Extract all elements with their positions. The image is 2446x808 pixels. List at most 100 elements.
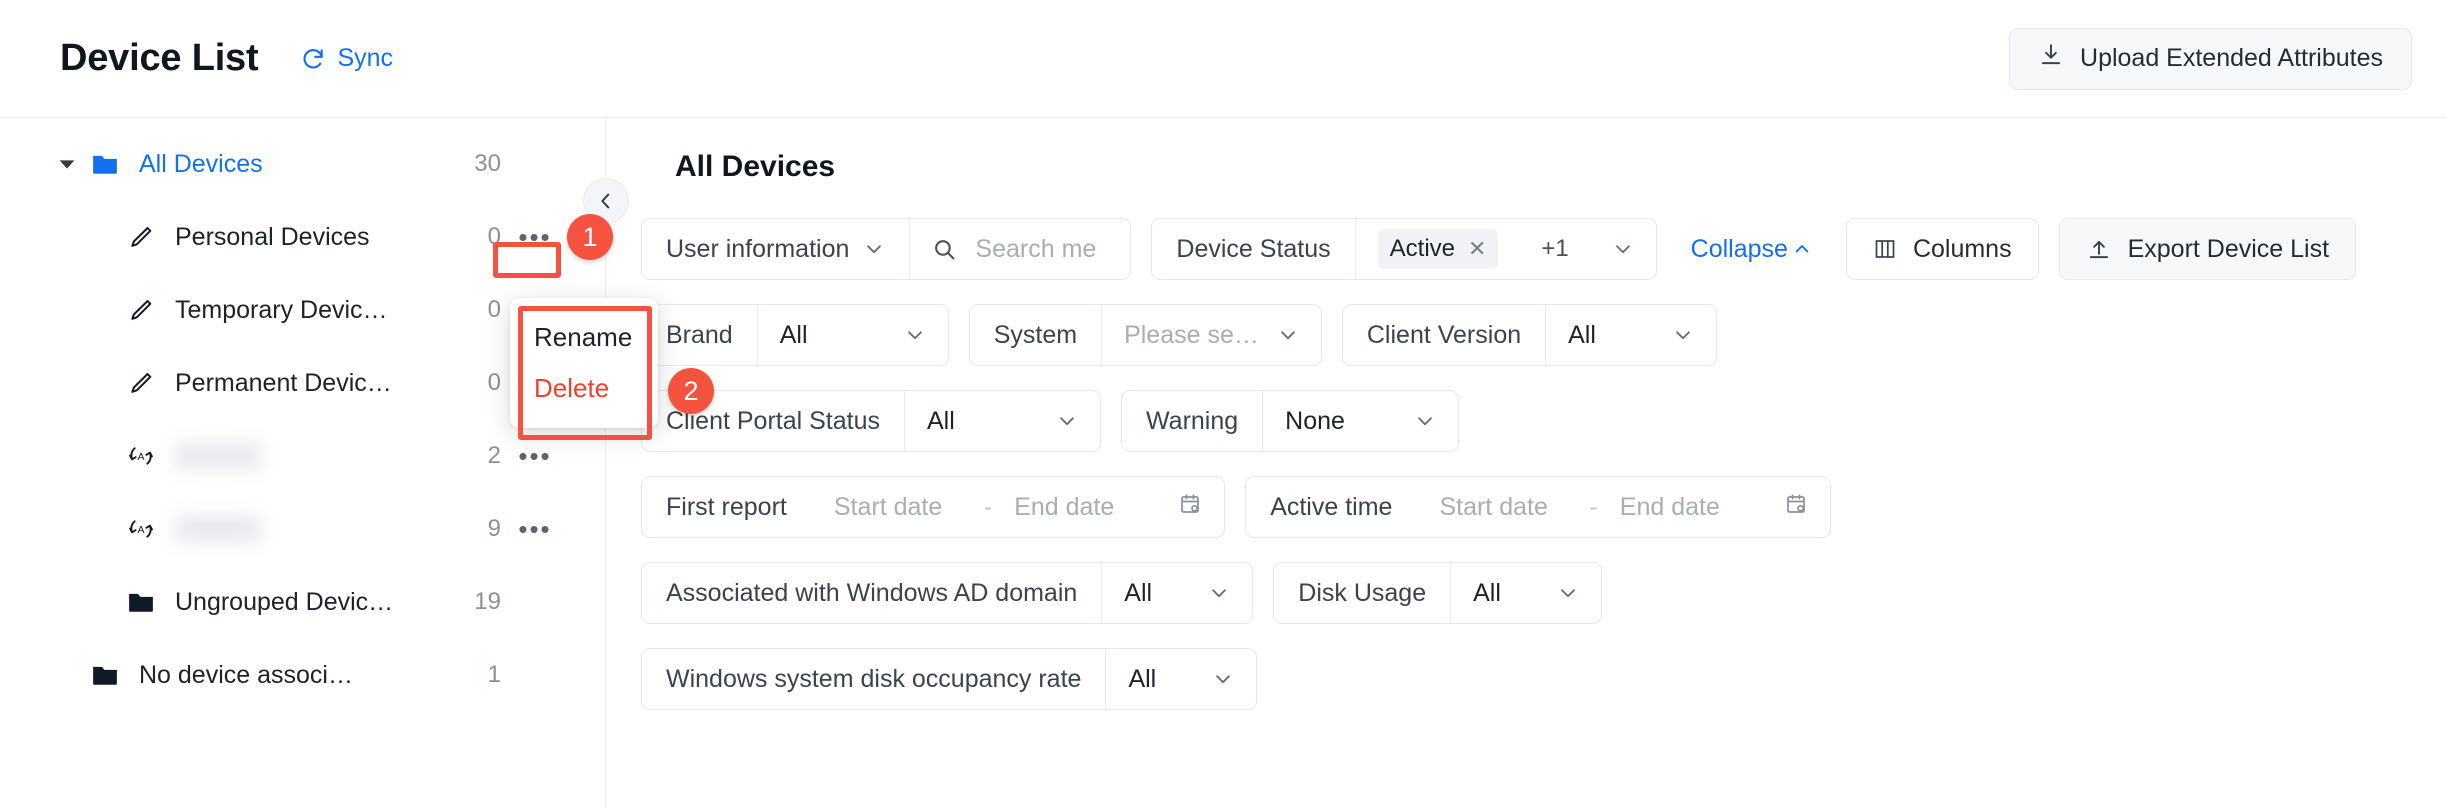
sidebar-item-6[interactable]: Ungrouped Devic…19••• xyxy=(0,578,605,626)
filter-disk-usage-label: Disk Usage xyxy=(1298,578,1427,607)
filter-client-portal-status-value-text: All xyxy=(927,406,955,435)
filter-system-label: System xyxy=(993,320,1078,349)
sidebar-item-label: No device associ… xyxy=(139,660,353,689)
export-device-list-label: Export Device List xyxy=(2127,234,2330,263)
sidebar-item-label: Permanent Devic… xyxy=(175,368,392,397)
filter-system[interactable]: System Please se… xyxy=(968,304,1322,366)
folder-icon-dark xyxy=(124,585,158,619)
filter-windows-disk-occupancy-value-text: All xyxy=(1128,664,1157,693)
chevron-left-icon xyxy=(601,193,610,209)
folder-icon-dark xyxy=(88,658,122,692)
filter-client-version-value[interactable]: All xyxy=(1546,305,1716,365)
filter-warning-label: Warning xyxy=(1146,406,1239,435)
first-report-end-date[interactable]: End date xyxy=(1014,493,1142,522)
sidebar-item-count: 0 xyxy=(487,369,501,396)
filter-warning-value[interactable]: None xyxy=(1263,391,1458,451)
filter-windows-ad-domain[interactable]: Associated with Windows AD domain All xyxy=(641,562,1254,624)
sidebar-item-more-icon[interactable]: ••• xyxy=(513,516,557,542)
filter-row-6: Windows system disk occupancy rate All xyxy=(641,648,2410,710)
filter-row-3: Client Portal Status All Warning None xyxy=(641,390,2410,452)
chevron-down-icon xyxy=(1418,417,1433,426)
chevron-down-icon xyxy=(1216,675,1231,684)
sidebar-item-0[interactable]: All Devices30••• xyxy=(0,140,605,188)
filter-row-5: Associated with Windows AD domain All Di… xyxy=(641,562,2410,624)
active-time-start-date[interactable]: Start date xyxy=(1439,493,1567,522)
export-device-list-button[interactable]: Export Device List xyxy=(2058,218,2357,280)
caret-down-icon[interactable] xyxy=(52,153,82,175)
filter-active-time[interactable]: Active time Start date - End date xyxy=(1245,476,1831,538)
filter-first-report-label: First report xyxy=(666,492,787,521)
page-title: Device List xyxy=(60,37,259,79)
sidebar-item-5[interactable]: A 9 ••• xyxy=(0,505,605,553)
sync-button[interactable]: Sync xyxy=(300,44,393,73)
device-status-value[interactable]: Active ✕ +1 xyxy=(1356,219,1656,279)
sidebar-item-count: 9 xyxy=(487,515,501,542)
chevron-down-icon xyxy=(1060,417,1074,426)
search-icon xyxy=(935,239,955,259)
filter-windows-disk-occupancy-value[interactable]: All xyxy=(1106,649,1256,709)
calendar-icon xyxy=(1784,492,1808,523)
chevron-down-icon xyxy=(1615,245,1630,254)
filter-brand-value[interactable]: All xyxy=(758,305,948,365)
sidebar-item-label: All Devices xyxy=(139,149,263,178)
sidebar-item-label: Personal Devices xyxy=(175,222,370,251)
search-scope-selector[interactable]: User information xyxy=(642,219,909,279)
collapse-filters-label: Collapse xyxy=(1690,234,1788,263)
filter-first-report[interactable]: First report Start date - End date xyxy=(641,476,1226,538)
search-input[interactable]: Search me xyxy=(910,219,1130,279)
main-title: All Devices xyxy=(675,150,836,183)
filter-windows-disk-occupancy[interactable]: Windows system disk occupancy rate All xyxy=(641,648,1258,710)
sync-label: Sync xyxy=(337,44,394,72)
filter-client-portal-status-value[interactable]: All xyxy=(905,391,1100,451)
search-scope-label: User information xyxy=(666,234,850,263)
sidebar-item-label: Ungrouped Devic… xyxy=(175,587,394,616)
active-time-end-date[interactable]: End date xyxy=(1620,493,1748,522)
filter-disk-usage-value[interactable]: All xyxy=(1451,563,1601,623)
annotation-badge-2: 2 xyxy=(668,368,714,414)
columns-button[interactable]: Columns xyxy=(1845,218,2039,280)
pencil-icon xyxy=(124,293,158,327)
filter-system-value[interactable]: Please se… xyxy=(1102,305,1321,365)
filter-warning[interactable]: Warning None xyxy=(1121,390,1460,452)
search-field[interactable]: User information Search me xyxy=(641,218,1132,280)
filter-warning-value-text: None xyxy=(1285,406,1345,435)
sidebar-item-count: 0 xyxy=(487,223,501,250)
page-header: Device List Sync Upload Extended Attribu… xyxy=(0,0,2446,118)
chevron-down-icon xyxy=(1676,331,1690,340)
sidebar-item-7[interactable]: No device associ…1••• xyxy=(0,651,605,699)
filter-windows-ad-domain-value[interactable]: All xyxy=(1102,563,1252,623)
upload-tray-icon xyxy=(2089,240,2108,259)
first-report-start-date[interactable]: Start date xyxy=(834,493,962,522)
filter-client-version[interactable]: Client Version All xyxy=(1341,304,1718,366)
auto-group-icon: A xyxy=(124,512,158,546)
collapse-filters-link[interactable]: Collapse xyxy=(1691,235,1812,264)
svg-text:A: A xyxy=(137,451,144,463)
group-context-menu[interactable]: Rename Delete xyxy=(510,298,658,428)
filter-first-report-range[interactable]: Start date - End date xyxy=(812,492,1224,523)
sidebar-item-4[interactable]: A 2 ••• xyxy=(0,432,605,480)
filter-active-time-range[interactable]: Start date - End date xyxy=(1417,492,1829,523)
context-menu-delete[interactable]: Delete xyxy=(510,363,658,414)
context-menu-rename[interactable]: Rename xyxy=(510,312,658,363)
filter-windows-ad-domain-value-text: All xyxy=(1124,578,1153,607)
filter-client-version-value-text: All xyxy=(1568,320,1596,349)
sidebar-item-count: 19 xyxy=(474,588,501,615)
range-dash: - xyxy=(1589,492,1598,521)
status-tag-active[interactable]: Active ✕ xyxy=(1377,229,1499,269)
upload-extended-attributes-button[interactable]: Upload Extended Attributes xyxy=(2009,27,2412,90)
upload-extended-attributes-label: Upload Extended Attributes xyxy=(2080,44,2383,72)
sidebar-item-more-icon[interactable]: ••• xyxy=(513,224,557,250)
device-status-field[interactable]: Device Status Active ✕ +1 xyxy=(1151,218,1657,280)
filter-disk-usage[interactable]: Disk Usage All xyxy=(1273,562,1603,624)
sidebar-item-label xyxy=(175,516,261,542)
close-icon[interactable]: ✕ xyxy=(1468,236,1486,262)
sidebar-item-1[interactable]: Personal Devices 0 ••• xyxy=(0,213,605,261)
filter-system-value-text: Please se… xyxy=(1124,320,1259,349)
sidebar-item-more-icon[interactable]: ••• xyxy=(513,443,557,469)
filter-brand[interactable]: Brand All xyxy=(641,304,949,366)
sidebar-item-count: 30 xyxy=(474,150,501,177)
sidebar-item-label xyxy=(175,443,261,469)
columns-icon xyxy=(1875,240,1895,258)
sidebar-item-label: Temporary Devic… xyxy=(175,295,388,324)
filter-row-4: First report Start date - End date Activ… xyxy=(641,476,2410,538)
